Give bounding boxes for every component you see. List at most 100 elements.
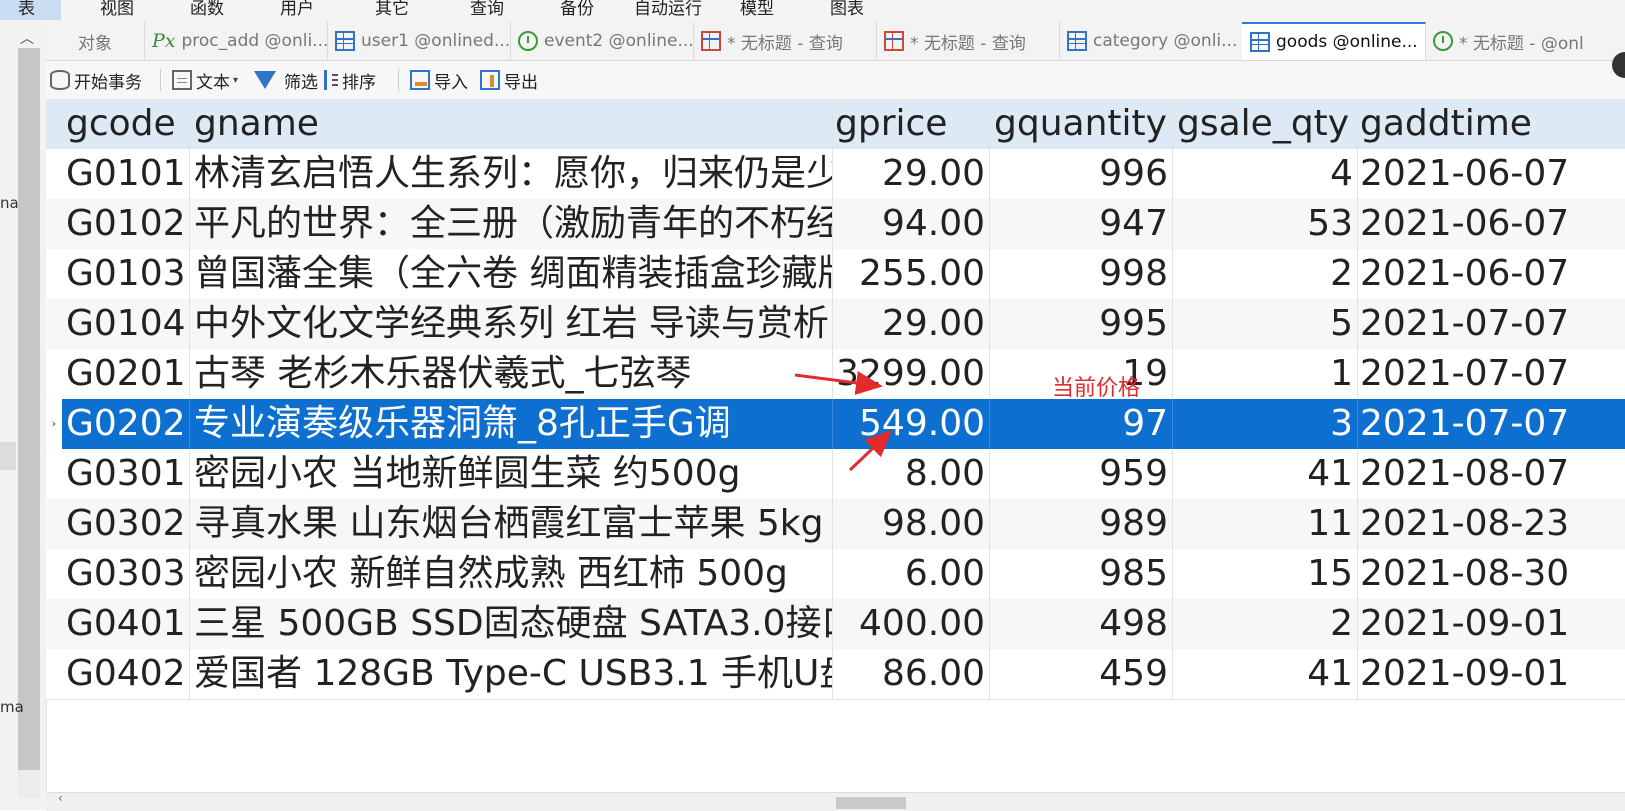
column-header-gsale-qty[interactable]: gsale_qty bbox=[1173, 99, 1358, 149]
column-header-gname[interactable]: gname bbox=[190, 99, 833, 149]
cell-gaddtime[interactable]: 2021-09-01 bbox=[1358, 599, 1625, 649]
dropdown-caret-icon[interactable]: ▾ bbox=[233, 75, 238, 86]
cell-gcode[interactable]: G0101 bbox=[62, 149, 190, 199]
cell-gname[interactable]: 曾国藩全集（全六卷 绸面精装插盒珍藏版 bbox=[190, 249, 833, 299]
cell-gquantity[interactable]: 996 bbox=[990, 149, 1173, 199]
cell-gaddtime[interactable]: 2021-08-30 bbox=[1358, 549, 1625, 599]
cell-gsale-qty[interactable]: 4 bbox=[1173, 149, 1358, 199]
cell-gprice[interactable]: 29.00 bbox=[833, 299, 990, 349]
cell-gsale-qty[interactable]: 15 bbox=[1173, 549, 1358, 599]
table-row[interactable]: G0103 曾国藩全集（全六卷 绸面精装插盒珍藏版 255.00 998 2 2021-0… bbox=[46, 249, 1625, 300]
cell-gprice[interactable]: 86.00 bbox=[833, 649, 990, 699]
cell-gaddtime[interactable]: 2021-08-07 bbox=[1358, 449, 1625, 499]
cell-gcode[interactable]: G0303 bbox=[62, 549, 190, 599]
menu-item-other[interactable]: 其它 bbox=[375, 0, 409, 19]
sort-button[interactable]: 排序 bbox=[324, 67, 376, 93]
cell-gname[interactable]: 平凡的世界：全三册（激励青年的不朽经典 bbox=[190, 199, 833, 249]
cell-gprice[interactable]: 8.00 bbox=[833, 449, 990, 499]
table-row[interactable]: G0102 平凡的世界：全三册（激励青年的不朽经典 94.00 947 53 2021-0… bbox=[46, 199, 1625, 250]
cell-gcode[interactable]: G0302 bbox=[62, 499, 190, 549]
cell-gname[interactable]: 寻真水果 山东烟台栖霞红富士苹果 5kg bbox=[190, 499, 833, 549]
cell-gprice[interactable]: 98.00 bbox=[833, 499, 990, 549]
horizontal-scroll-thumb[interactable] bbox=[836, 797, 906, 809]
vertical-scroll-thumb[interactable] bbox=[18, 48, 40, 770]
table-row[interactable]: › G0202 专业演奏级乐器洞箫_8孔正手G调 549.00 97 3 2021-07-0… bbox=[46, 399, 1625, 450]
cell-gsale-qty[interactable]: 5 bbox=[1173, 299, 1358, 349]
cell-gaddtime[interactable]: 2021-07-07 bbox=[1358, 349, 1625, 399]
table-row[interactable]: G0104 中外文化文学经典系列 红岩 导读与赏析 29.00 995 5 2021-07… bbox=[46, 299, 1625, 350]
filter-button[interactable]: 筛选 bbox=[254, 67, 318, 93]
cell-gname[interactable]: 古琴 老杉木乐器伏羲式_七弦琴 bbox=[190, 349, 833, 399]
cell-gname[interactable]: 密园小农 新鲜自然成熟 西红柿 500g bbox=[190, 549, 833, 599]
cell-gcode[interactable]: G0103 bbox=[62, 249, 190, 299]
cell-gcode[interactable]: G0201 bbox=[62, 349, 190, 399]
tab-event2[interactable]: event2 @online... bbox=[510, 22, 694, 60]
cell-gsale-qty[interactable]: 1 bbox=[1173, 349, 1358, 399]
menu-item-automation[interactable]: 自动运行 bbox=[634, 0, 702, 19]
column-header-gquantity[interactable]: gquantity bbox=[990, 99, 1173, 149]
cell-gsale-qty[interactable]: 41 bbox=[1173, 449, 1358, 499]
tab-user1[interactable]: user1 @onlined... bbox=[327, 22, 511, 60]
cell-gprice[interactable]: 549.00 bbox=[833, 399, 990, 449]
cell-gquantity[interactable]: 985 bbox=[990, 549, 1173, 599]
scroll-up-icon[interactable]: ︿ bbox=[20, 28, 34, 48]
cell-gquantity[interactable]: 947 bbox=[990, 199, 1173, 249]
cell-gquantity[interactable]: 959 bbox=[990, 449, 1173, 499]
menu-item-view[interactable]: 视图 bbox=[100, 0, 134, 19]
text-view-button[interactable]: 文本 ▾ bbox=[172, 67, 238, 93]
table-row[interactable]: G0402 爱国者 128GB Type-C USB3.1 手机U盘 86.00 45… bbox=[46, 649, 1625, 700]
import-button[interactable]: 导入 bbox=[410, 67, 468, 93]
column-header-gprice[interactable]: gprice bbox=[833, 99, 990, 149]
cell-gaddtime[interactable]: 2021-06-07 bbox=[1358, 149, 1625, 199]
cell-gname[interactable]: 林清玄启悟人生系列：愿你，归来仍是少年 bbox=[190, 149, 833, 199]
cell-gcode[interactable]: G0402 bbox=[62, 649, 190, 699]
table-row[interactable]: G0301 密园小农 当地新鲜圆生菜 约500g 8.00 959 41 2021-08-… bbox=[46, 449, 1625, 500]
column-header-gaddtime[interactable]: gaddtime bbox=[1358, 99, 1625, 149]
horizontal-scrollbar[interactable]: ‹ bbox=[46, 791, 1625, 811]
tab-goods[interactable]: goods @online... bbox=[1242, 22, 1426, 60]
cell-gprice[interactable]: 400.00 bbox=[833, 599, 990, 649]
menu-item-function[interactable]: 函数 bbox=[190, 0, 224, 19]
cell-gquantity[interactable]: 989 bbox=[990, 499, 1173, 549]
cell-gsale-qty[interactable]: 2 bbox=[1173, 249, 1358, 299]
menu-item-table[interactable]: 表 bbox=[0, 0, 61, 20]
cell-gprice[interactable]: 3299.00 bbox=[833, 349, 990, 399]
cell-gcode[interactable]: G0301 bbox=[62, 449, 190, 499]
cell-gname[interactable]: 中外文化文学经典系列 红岩 导读与赏析 bbox=[190, 299, 833, 349]
cell-gquantity[interactable]: 998 bbox=[990, 249, 1173, 299]
menu-item-backup[interactable]: 备份 bbox=[560, 0, 594, 19]
cell-gaddtime[interactable]: 2021-07-07 bbox=[1358, 299, 1625, 349]
tab-category[interactable]: category @onli... bbox=[1059, 22, 1243, 60]
menu-item-model[interactable]: 模型 bbox=[740, 0, 774, 19]
cell-gquantity[interactable]: 498 bbox=[990, 599, 1173, 649]
menu-item-chart[interactable]: 图表 bbox=[830, 0, 864, 19]
cell-gsale-qty[interactable]: 41 bbox=[1173, 649, 1358, 699]
cell-gcode[interactable]: G0202 bbox=[62, 399, 190, 449]
scroll-left-icon[interactable]: ‹ bbox=[58, 791, 63, 805]
cell-gaddtime[interactable]: 2021-08-23 bbox=[1358, 499, 1625, 549]
tab-untitled-event[interactable]: * 无标题 - @onl bbox=[1425, 22, 1625, 60]
cell-gaddtime[interactable]: 2021-09-01 bbox=[1358, 649, 1625, 699]
cell-gcode[interactable]: G0104 bbox=[62, 299, 190, 349]
table-row[interactable]: G0303 密园小农 新鲜自然成熟 西红柿 500g 6.00 985 15 2021-0… bbox=[46, 549, 1625, 600]
cell-gprice[interactable]: 94.00 bbox=[833, 199, 990, 249]
cell-gaddtime[interactable]: 2021-06-07 bbox=[1358, 199, 1625, 249]
tab-untitled-query-1[interactable]: * 无标题 - 查询 bbox=[693, 22, 877, 60]
cell-gquantity[interactable]: 995 bbox=[990, 299, 1173, 349]
cell-gsale-qty[interactable]: 3 bbox=[1173, 399, 1358, 449]
cell-gprice[interactable]: 255.00 bbox=[833, 249, 990, 299]
table-row[interactable]: G0201 古琴 老杉木乐器伏羲式_七弦琴 3299.00 19 1 2021-07-07 bbox=[46, 349, 1625, 400]
cell-gcode[interactable]: G0401 bbox=[62, 599, 190, 649]
cell-gprice[interactable]: 29.00 bbox=[833, 149, 990, 199]
cell-gaddtime[interactable]: 2021-06-07 bbox=[1358, 249, 1625, 299]
cell-gname[interactable]: 专业演奏级乐器洞箫_8孔正手G调 bbox=[190, 399, 833, 449]
export-button[interactable]: 导出 bbox=[480, 67, 538, 93]
cell-gname[interactable]: 三星 500GB SSD固态硬盘 SATA3.0接口 bbox=[190, 599, 833, 649]
menu-item-query[interactable]: 查询 bbox=[470, 0, 504, 19]
cell-gsale-qty[interactable]: 53 bbox=[1173, 199, 1358, 249]
column-header-gcode[interactable]: gcode bbox=[62, 99, 190, 149]
table-row[interactable]: G0101 林清玄启悟人生系列：愿你，归来仍是少年 29.00 996 4 2021-06… bbox=[46, 149, 1625, 200]
tab-untitled-query-2[interactable]: * 无标题 - 查询 bbox=[876, 22, 1060, 60]
cell-gprice[interactable]: 6.00 bbox=[833, 549, 990, 599]
cell-gsale-qty[interactable]: 11 bbox=[1173, 499, 1358, 549]
